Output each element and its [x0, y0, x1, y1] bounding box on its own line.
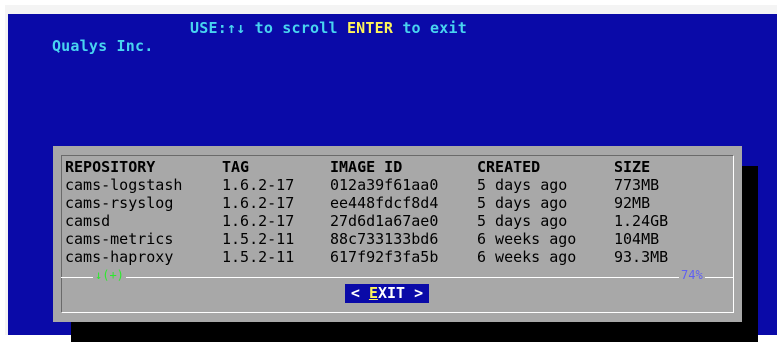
tag-cell: 1.6.2-17	[222, 194, 295, 212]
exit-button[interactable]: < EXIT >	[345, 284, 429, 303]
repository-cell: cams-logstash	[65, 176, 183, 194]
terminal-screen: Qualys Inc. USE:↑↓ to scroll ENTER to ex…	[5, 5, 777, 342]
docker-images-dialog[interactable]: REPOSITORY TAG IMAGE ID CREATED SIZE cam…	[53, 146, 742, 322]
size-cell: 773MB	[614, 176, 660, 194]
tag-cell: 1.6.2-17	[222, 176, 295, 194]
col-tag: TAG	[222, 158, 250, 176]
scroll-percent: 74%	[679, 268, 705, 282]
repository-cell: cams-metrics	[65, 230, 174, 248]
created-cell: 6 weeks ago	[477, 248, 577, 266]
company-title: Qualys Inc.	[51, 37, 154, 55]
repository-cell: cams-rsyslog	[65, 194, 174, 212]
created-cell: 5 days ago	[477, 176, 568, 194]
image-id-cell: 27d6d1a67ae0	[330, 212, 439, 230]
tag-cell: 1.5.2-11	[222, 248, 295, 266]
created-cell: 5 days ago	[477, 212, 568, 230]
size-cell: 104MB	[614, 230, 660, 248]
image-id-cell: 88c733133bd6	[330, 230, 439, 248]
enter-key-hint: ENTER	[346, 19, 394, 37]
repository-cell: cams-haproxy	[65, 248, 174, 266]
size-cell: 1.24GB	[614, 212, 669, 230]
size-cell: 92MB	[614, 194, 651, 212]
scroll-hint: USE:↑↓ to scroll ENTER to exit	[190, 19, 467, 37]
size-cell: 93.3MB	[614, 248, 669, 266]
created-cell: 5 days ago	[477, 194, 568, 212]
title-bar: Qualys Inc. USE:↑↓ to scroll ENTER to ex…	[15, 19, 467, 91]
tag-cell: 1.6.2-17	[222, 212, 295, 230]
col-size: SIZE	[614, 158, 651, 176]
col-created: CREATED	[477, 158, 541, 176]
exit-hotkey: E	[368, 284, 378, 302]
image-id-cell: 012a39f61aa0	[330, 176, 439, 194]
col-image-id: IMAGE ID	[330, 158, 403, 176]
image-id-cell: 617f92f3fa5b	[330, 248, 439, 266]
created-cell: 6 weeks ago	[477, 230, 577, 248]
scroll-down-indicator[interactable]: ↓(+)	[93, 268, 126, 282]
button-separator	[61, 277, 734, 278]
image-id-cell: ee448fdcf8d4	[330, 194, 439, 212]
repository-cell: camsd	[65, 212, 111, 230]
tag-cell: 1.5.2-11	[222, 230, 295, 248]
col-repository: REPOSITORY	[65, 158, 156, 176]
